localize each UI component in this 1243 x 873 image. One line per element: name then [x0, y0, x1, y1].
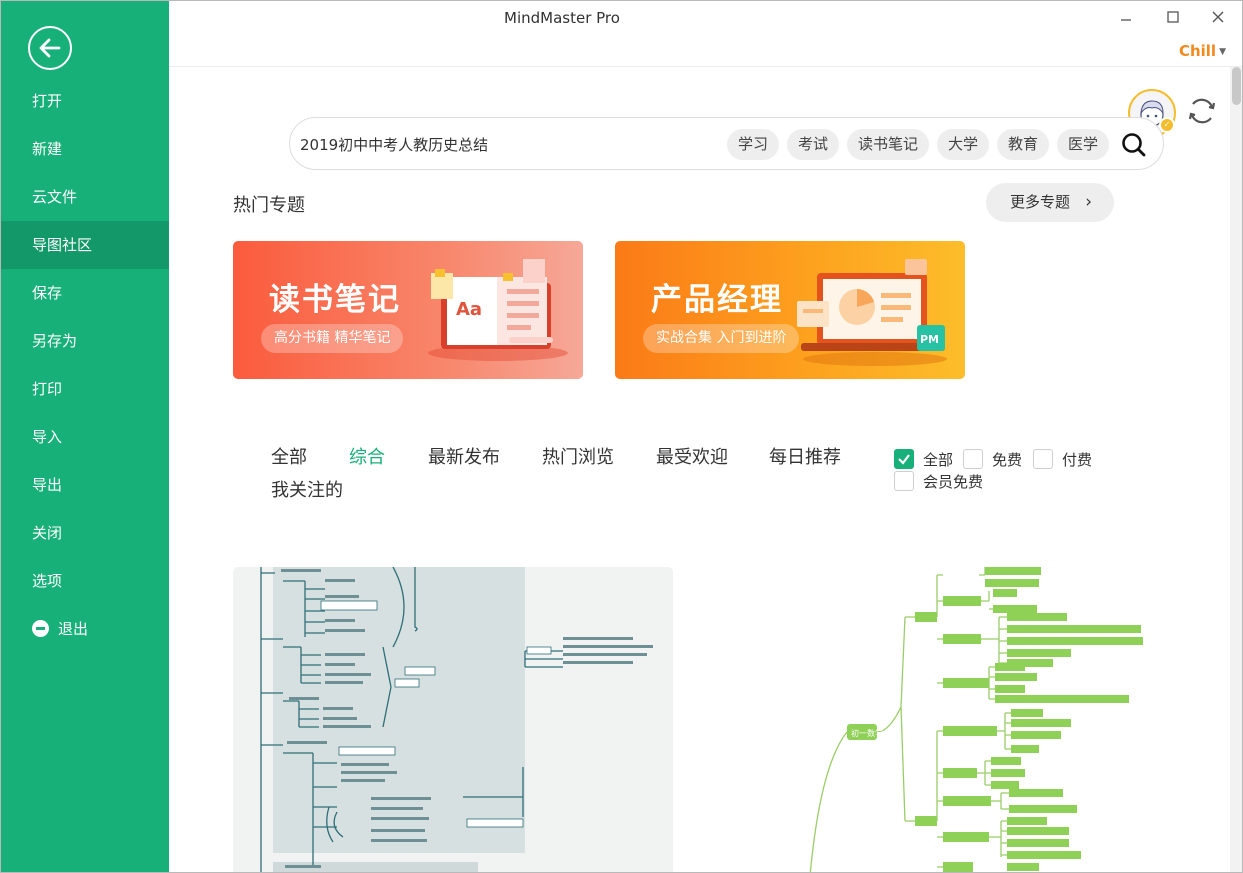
maximize-button[interactable]: [1162, 6, 1184, 28]
filter-free-label[interactable]: 免费: [992, 449, 1022, 470]
sidebar-item-cloud-files[interactable]: 云文件: [1, 173, 169, 221]
filter-member-free-label[interactable]: 会员免费: [923, 471, 983, 492]
sidebar-item-close[interactable]: 关闭: [1, 509, 169, 557]
sidebar-item-label: 云文件: [32, 188, 78, 206]
sync-icon: [1188, 98, 1216, 124]
more-topics-button[interactable]: 更多专题 ›: [986, 183, 1114, 222]
search-chip-university[interactable]: 大学: [937, 129, 990, 160]
chevron-right-icon: ›: [1085, 192, 1092, 212]
sidebar-item-label: 选项: [32, 572, 63, 590]
search-button[interactable]: [1120, 131, 1148, 159]
filter-paid-label[interactable]: 付费: [1062, 449, 1092, 470]
mindmap-root-label: 初一数学: [851, 728, 883, 738]
search-chip-medicine[interactable]: 医学: [1057, 129, 1110, 160]
vip-badge-icon: ✓: [1159, 117, 1175, 133]
sidebar-item-export[interactable]: 导出: [1, 461, 169, 509]
filter-all-label[interactable]: 全部: [923, 449, 953, 470]
banner-title: 读书笔记: [269, 282, 401, 318]
sidebar: 打开 新建 云文件 导图社区 保存 另存为 打印 导入 导出 关闭 选项 退出: [1, 1, 169, 872]
sidebar-item-print[interactable]: 打印: [1, 365, 169, 413]
vertical-scrollbar[interactable]: [1230, 67, 1242, 872]
more-topics-label: 更多专题: [1010, 193, 1071, 211]
check-icon: [898, 454, 910, 465]
banner-title: 产品经理: [651, 282, 783, 318]
back-button[interactable]: [28, 26, 72, 70]
search-icon: [1122, 133, 1146, 157]
sidebar-item-label: 关闭: [32, 524, 63, 542]
search-bar: 学习 考试 读书笔记 大学 教育 医学: [289, 117, 1164, 170]
close-icon: [1212, 11, 1224, 23]
svg-text:PM: PM: [920, 333, 939, 346]
laptop-illustration: PM: [797, 259, 947, 366]
tab-most-popular[interactable]: 最受欢迎: [656, 443, 728, 469]
sidebar-item-new[interactable]: 新建: [1, 125, 169, 173]
window-title: MindMaster Pro: [504, 9, 620, 27]
sidebar-item-options[interactable]: 选项: [1, 557, 169, 605]
sidebar-menu: 打开 新建 云文件 导图社区 保存 另存为 打印 导入 导出 关闭 选项 退出: [1, 77, 169, 653]
sidebar-item-save[interactable]: 保存: [1, 269, 169, 317]
search-input[interactable]: [300, 132, 720, 156]
minimize-icon: [1121, 19, 1131, 21]
tab-latest[interactable]: 最新发布: [428, 443, 500, 469]
mindmap-card[interactable]: [233, 567, 673, 872]
close-button[interactable]: [1207, 6, 1229, 28]
mindmap-thumbnail: 初一数学: [809, 567, 1143, 872]
search-chip-study[interactable]: 学习: [727, 129, 780, 160]
tab-daily-pick[interactable]: 每日推荐: [769, 443, 841, 469]
svg-text:Aa: Aa: [456, 299, 482, 320]
mindmap-card[interactable]: 初一数学: [719, 567, 1159, 872]
sidebar-item-label: 另存为: [32, 332, 78, 350]
filter-paid-checkbox[interactable]: [1033, 449, 1053, 469]
caret-down-icon: ▼: [1219, 47, 1226, 57]
tab-following[interactable]: 我关注的: [271, 476, 343, 502]
sidebar-item-label: 打开: [32, 92, 63, 110]
filter-all-checkbox[interactable]: [894, 449, 914, 469]
sync-button[interactable]: [1185, 94, 1219, 128]
mindmap-thumbnail: [260, 567, 653, 872]
user-name: Chill: [1178, 42, 1217, 60]
search-chip-reading-notes[interactable]: 读书笔记: [847, 129, 930, 160]
user-menu[interactable]: Chill ▼: [1179, 42, 1226, 60]
sidebar-item-open[interactable]: 打开: [1, 77, 169, 125]
sidebar-item-label: 退出: [58, 620, 89, 638]
sidebar-item-label: 打印: [32, 380, 63, 398]
tab-comprehensive[interactable]: 综合: [349, 443, 385, 469]
sidebar-item-label: 导入: [32, 428, 63, 446]
banner-subtitle: 高分书籍 精华笔记: [261, 324, 404, 353]
open-book-illustration: Aa: [428, 259, 568, 361]
app-window: 打开 新建 云文件 导图社区 保存 另存为 打印 导入 导出 关闭 选项 退出 …: [0, 0, 1243, 873]
banner-reading-notes[interactable]: 读书笔记 高分书籍 精华笔记 Aa: [233, 241, 583, 379]
banner-product-manager[interactable]: 产品经理 实战合集 入门到进阶 PM: [615, 241, 965, 379]
minimize-button[interactable]: [1115, 6, 1137, 28]
sidebar-item-save-as[interactable]: 另存为: [1, 317, 169, 365]
sidebar-item-label: 导出: [32, 476, 63, 494]
sidebar-item-label: 保存: [32, 284, 63, 302]
search-chip-education[interactable]: 教育: [997, 129, 1050, 160]
exit-icon: [32, 620, 49, 637]
title-bar: MindMaster Pro Chill ▼: [169, 1, 1242, 67]
filter-free-checkbox[interactable]: [963, 449, 983, 469]
scrollbar-thumb[interactable]: [1232, 67, 1241, 105]
sidebar-item-exit[interactable]: 退出: [1, 605, 169, 653]
sidebar-item-community[interactable]: 导图社区: [1, 221, 169, 269]
search-chip-exam[interactable]: 考试: [787, 129, 840, 160]
tab-hot-browse[interactable]: 热门浏览: [542, 443, 614, 469]
sidebar-item-label: 导图社区: [32, 236, 93, 254]
sidebar-item-import[interactable]: 导入: [1, 413, 169, 461]
hot-topics-heading: 热门专题: [233, 195, 305, 216]
filter-member-free-checkbox[interactable]: [894, 471, 914, 491]
maximize-icon: [1167, 11, 1179, 23]
arrow-left-icon: [39, 38, 61, 58]
banner-subtitle: 实战合集 入门到进阶: [643, 324, 800, 353]
sidebar-item-label: 新建: [32, 140, 63, 158]
tab-all[interactable]: 全部: [271, 443, 307, 469]
